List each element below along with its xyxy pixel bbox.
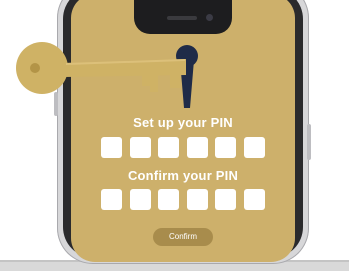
pin-digit-box[interactable] [158, 137, 180, 158]
pin-digit-box[interactable] [129, 189, 151, 210]
pin-digit-box[interactable] [215, 189, 237, 210]
pin-digit-box[interactable] [186, 137, 208, 158]
pin-digit-box[interactable] [129, 137, 151, 158]
pin-digit-box[interactable] [101, 137, 122, 158]
confirm-button[interactable]: Confirm [153, 228, 213, 246]
pin-digit-box[interactable] [158, 189, 180, 210]
pin-digit-box[interactable] [215, 137, 237, 158]
camera-icon [206, 14, 213, 21]
phone-power-button [307, 124, 311, 160]
confirm-pin-input[interactable] [101, 189, 265, 210]
illustration-stage: Set up your PIN Confirm your PIN Confirm [0, 0, 349, 271]
setup-pin-title: Set up your PIN [133, 115, 233, 130]
setup-pin-input[interactable] [101, 137, 265, 158]
pin-digit-box[interactable] [243, 189, 265, 210]
pin-digit-box[interactable] [186, 189, 208, 210]
key-icon [16, 42, 186, 94]
speaker-grille [167, 16, 197, 20]
pin-digit-box[interactable] [101, 189, 122, 210]
phone-notch [134, 0, 232, 34]
confirm-pin-title: Confirm your PIN [127, 168, 239, 183]
pin-digit-box[interactable] [243, 137, 265, 158]
